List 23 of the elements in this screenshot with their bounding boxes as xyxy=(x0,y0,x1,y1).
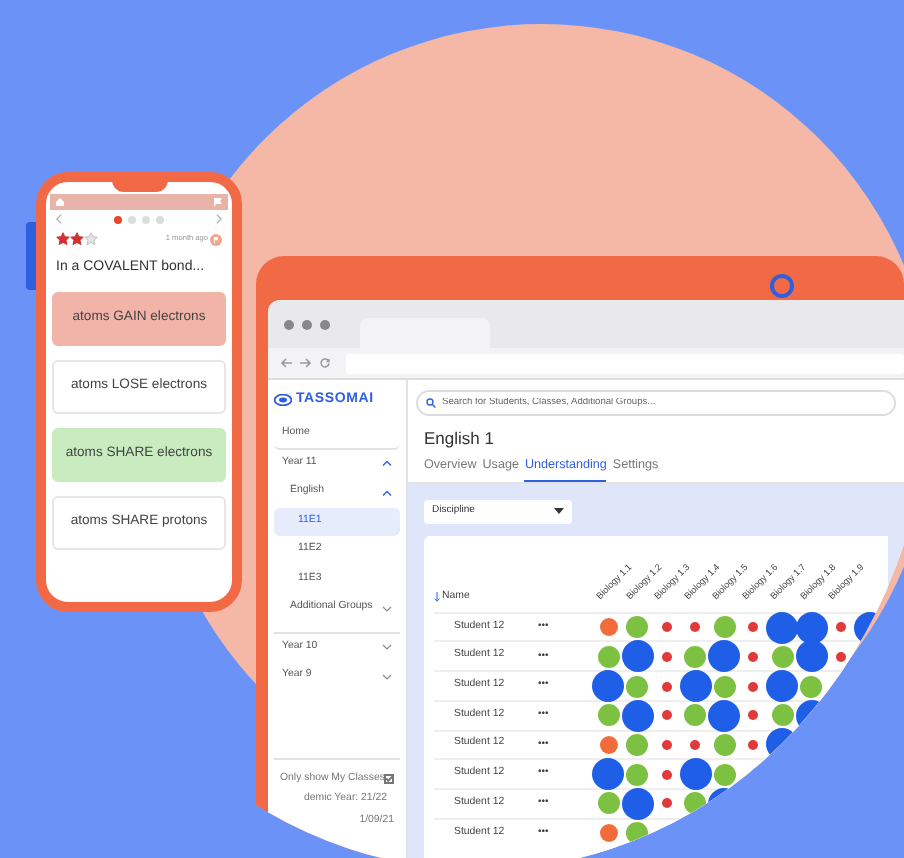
checkbox[interactable] xyxy=(384,774,394,784)
page-dot[interactable] xyxy=(156,215,164,223)
page-title: English 1 xyxy=(424,430,496,449)
chevron-up-icon[interactable] xyxy=(382,489,392,496)
page-dot[interactable] xyxy=(114,215,122,223)
sort-arrow-icon[interactable] xyxy=(434,592,440,603)
chevron-down-icon[interactable] xyxy=(382,605,392,612)
chevron-down-icon[interactable] xyxy=(382,644,392,651)
flag-icon[interactable] xyxy=(214,198,222,206)
forward-icon[interactable] xyxy=(300,358,312,368)
caret-down-icon xyxy=(554,508,564,515)
flag-icon[interactable] xyxy=(210,233,222,245)
logo-icon xyxy=(274,394,292,406)
back-icon[interactable] xyxy=(280,358,292,368)
chevron-up-icon[interactable] xyxy=(382,460,392,467)
chevron-left-icon[interactable] xyxy=(56,214,62,224)
chevron-right-icon[interactable] xyxy=(216,214,222,224)
reload-icon[interactable] xyxy=(320,358,330,368)
chevron-down-icon[interactable] xyxy=(382,673,392,680)
search-icon xyxy=(426,398,436,408)
page-dot[interactable] xyxy=(128,215,136,223)
page-dot[interactable] xyxy=(142,215,150,223)
home-icon[interactable] xyxy=(56,198,64,206)
